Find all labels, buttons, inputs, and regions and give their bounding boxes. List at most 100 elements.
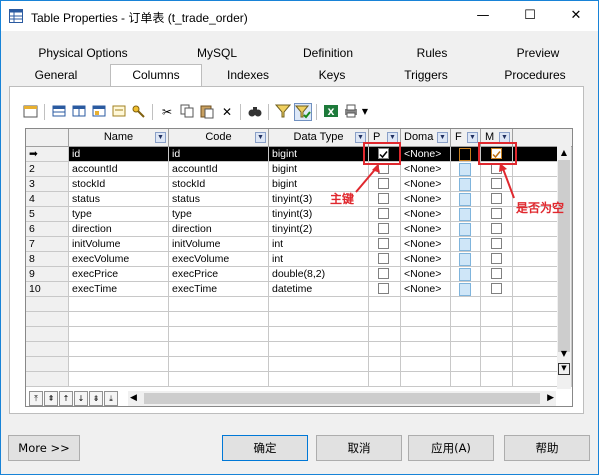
cell-type[interactable]: int — [269, 252, 369, 267]
table-row[interactable]: 7 initVolume initVolume int <None> — [26, 237, 572, 252]
cell-code[interactable]: initVolume — [169, 237, 269, 252]
add-attributes-icon[interactable] — [90, 103, 108, 121]
cell-type[interactable]: tinyint(2) — [269, 222, 369, 237]
cell-code[interactable]: accountId — [169, 162, 269, 177]
cell-p[interactable] — [369, 342, 401, 357]
cell-name[interactable] — [69, 372, 169, 387]
foreign-key-indicator[interactable] — [459, 178, 471, 191]
cell-f[interactable] — [451, 372, 481, 387]
insert-row-icon[interactable] — [50, 103, 68, 121]
cell-domain[interactable] — [401, 297, 451, 312]
cell-domain[interactable]: <None> — [401, 237, 451, 252]
table-row[interactable]: 8 execVolume execVolume int <None> — [26, 252, 572, 267]
cell-domain[interactable]: <None> — [401, 192, 451, 207]
cell-f[interactable] — [451, 237, 481, 252]
chevron-down-icon[interactable]: ▼ — [155, 132, 166, 143]
maximize-button[interactable]: ☐ — [507, 1, 553, 31]
cell-f[interactable] — [451, 192, 481, 207]
cell-domain[interactable]: <None> — [401, 147, 451, 162]
tab-definition[interactable]: Definition — [288, 43, 368, 64]
cell-m[interactable] — [481, 357, 513, 372]
cell-name[interactable]: id — [69, 147, 169, 162]
scroll-thumb[interactable] — [558, 160, 570, 352]
cell-name[interactable]: initVolume — [69, 237, 169, 252]
cell-name[interactable]: execPrice — [69, 267, 169, 282]
foreign-key-indicator[interactable] — [459, 238, 471, 251]
cell-name[interactable] — [69, 327, 169, 342]
column-header-foreign[interactable]: F ▼ — [451, 129, 481, 147]
primary-key-checkbox[interactable] — [378, 208, 389, 219]
chevron-down-icon[interactable]: ▼ — [255, 132, 266, 143]
cell-type[interactable] — [269, 357, 369, 372]
cell-code[interactable] — [169, 297, 269, 312]
cell-p[interactable] — [369, 312, 401, 327]
foreign-key-indicator[interactable] — [459, 193, 471, 206]
cancel-button[interactable]: 取消 — [316, 435, 402, 461]
tab-general[interactable]: General — [18, 65, 94, 86]
tab-keys[interactable]: Keys — [302, 65, 362, 86]
cell-name[interactable]: direction — [69, 222, 169, 237]
cell-type[interactable] — [269, 312, 369, 327]
scroll-right-icon[interactable]: ▶ — [547, 391, 554, 406]
cell-domain[interactable]: <None> — [401, 207, 451, 222]
cell-p[interactable] — [369, 237, 401, 252]
mandatory-checkbox[interactable] — [491, 283, 502, 294]
cell-code[interactable] — [169, 312, 269, 327]
cell-type[interactable] — [269, 297, 369, 312]
cell-domain[interactable] — [401, 372, 451, 387]
vertical-scrollbar[interactable]: ▲ ▼ ▼ — [557, 146, 571, 389]
chevron-down-icon[interactable]: ▼ — [467, 132, 478, 143]
cell-p[interactable] — [369, 357, 401, 372]
scroll-down-icon[interactable]: ▼ — [557, 347, 571, 361]
cell-type[interactable]: tinyint(3) — [269, 207, 369, 222]
cell-type[interactable]: double(8,2) — [269, 267, 369, 282]
help-button[interactable]: 帮助 — [504, 435, 590, 461]
page-up-icon[interactable]: ⇞ — [44, 391, 58, 406]
ok-button[interactable]: 确定 — [222, 435, 308, 461]
cell-f[interactable] — [451, 252, 481, 267]
mandatory-checkbox[interactable] — [491, 253, 502, 264]
cell-domain[interactable]: <None> — [401, 252, 451, 267]
cell-m[interactable] — [481, 252, 513, 267]
primary-key-checkbox[interactable] — [378, 253, 389, 264]
cell-m[interactable] — [481, 372, 513, 387]
more-button[interactable]: More >> — [8, 435, 80, 461]
cell-domain[interactable]: <None> — [401, 162, 451, 177]
horizontal-scroll-thumb[interactable] — [144, 393, 540, 404]
cell-code[interactable]: execTime — [169, 282, 269, 297]
mandatory-checkbox[interactable] — [491, 268, 502, 279]
cell-code[interactable]: direction — [169, 222, 269, 237]
move-up-icon[interactable]: ↑ — [59, 391, 73, 406]
column-header-name[interactable]: Name ▼ — [69, 129, 169, 147]
table-row[interactable]: 4 status status tinyint(3) <None> — [26, 192, 572, 207]
copy-icon[interactable] — [178, 103, 196, 121]
tab-indexes[interactable]: Indexes — [210, 65, 286, 86]
cell-code[interactable]: stockId — [169, 177, 269, 192]
tab-mysql[interactable]: MySQL — [182, 43, 252, 64]
cell-domain[interactable] — [401, 357, 451, 372]
column-header-data-type[interactable]: Data Type ▼ — [269, 129, 369, 147]
cell-domain[interactable] — [401, 327, 451, 342]
apply-button[interactable]: 应用(A) — [408, 435, 494, 461]
cell-m[interactable] — [481, 222, 513, 237]
find-icon[interactable] — [246, 103, 264, 121]
cell-f[interactable] — [451, 357, 481, 372]
add-row-icon[interactable] — [70, 103, 88, 121]
tab-columns[interactable]: Columns — [110, 64, 202, 88]
cell-f[interactable] — [451, 342, 481, 357]
move-bottom-icon[interactable]: ⤓ — [104, 391, 118, 406]
cell-f[interactable] — [451, 177, 481, 192]
cell-domain[interactable]: <None> — [401, 222, 451, 237]
cell-type[interactable]: int — [269, 237, 369, 252]
cell-code[interactable] — [169, 372, 269, 387]
tab-physical-options[interactable]: Physical Options — [28, 43, 138, 64]
foreign-key-indicator[interactable] — [459, 148, 471, 161]
column-header-code[interactable]: Code ▼ — [169, 129, 269, 147]
cell-p[interactable] — [369, 297, 401, 312]
table-row[interactable] — [26, 357, 572, 372]
cell-code[interactable] — [169, 342, 269, 357]
cell-name[interactable] — [69, 297, 169, 312]
cell-f[interactable] — [451, 282, 481, 297]
foreign-key-indicator[interactable] — [459, 283, 471, 296]
cell-domain[interactable] — [401, 342, 451, 357]
